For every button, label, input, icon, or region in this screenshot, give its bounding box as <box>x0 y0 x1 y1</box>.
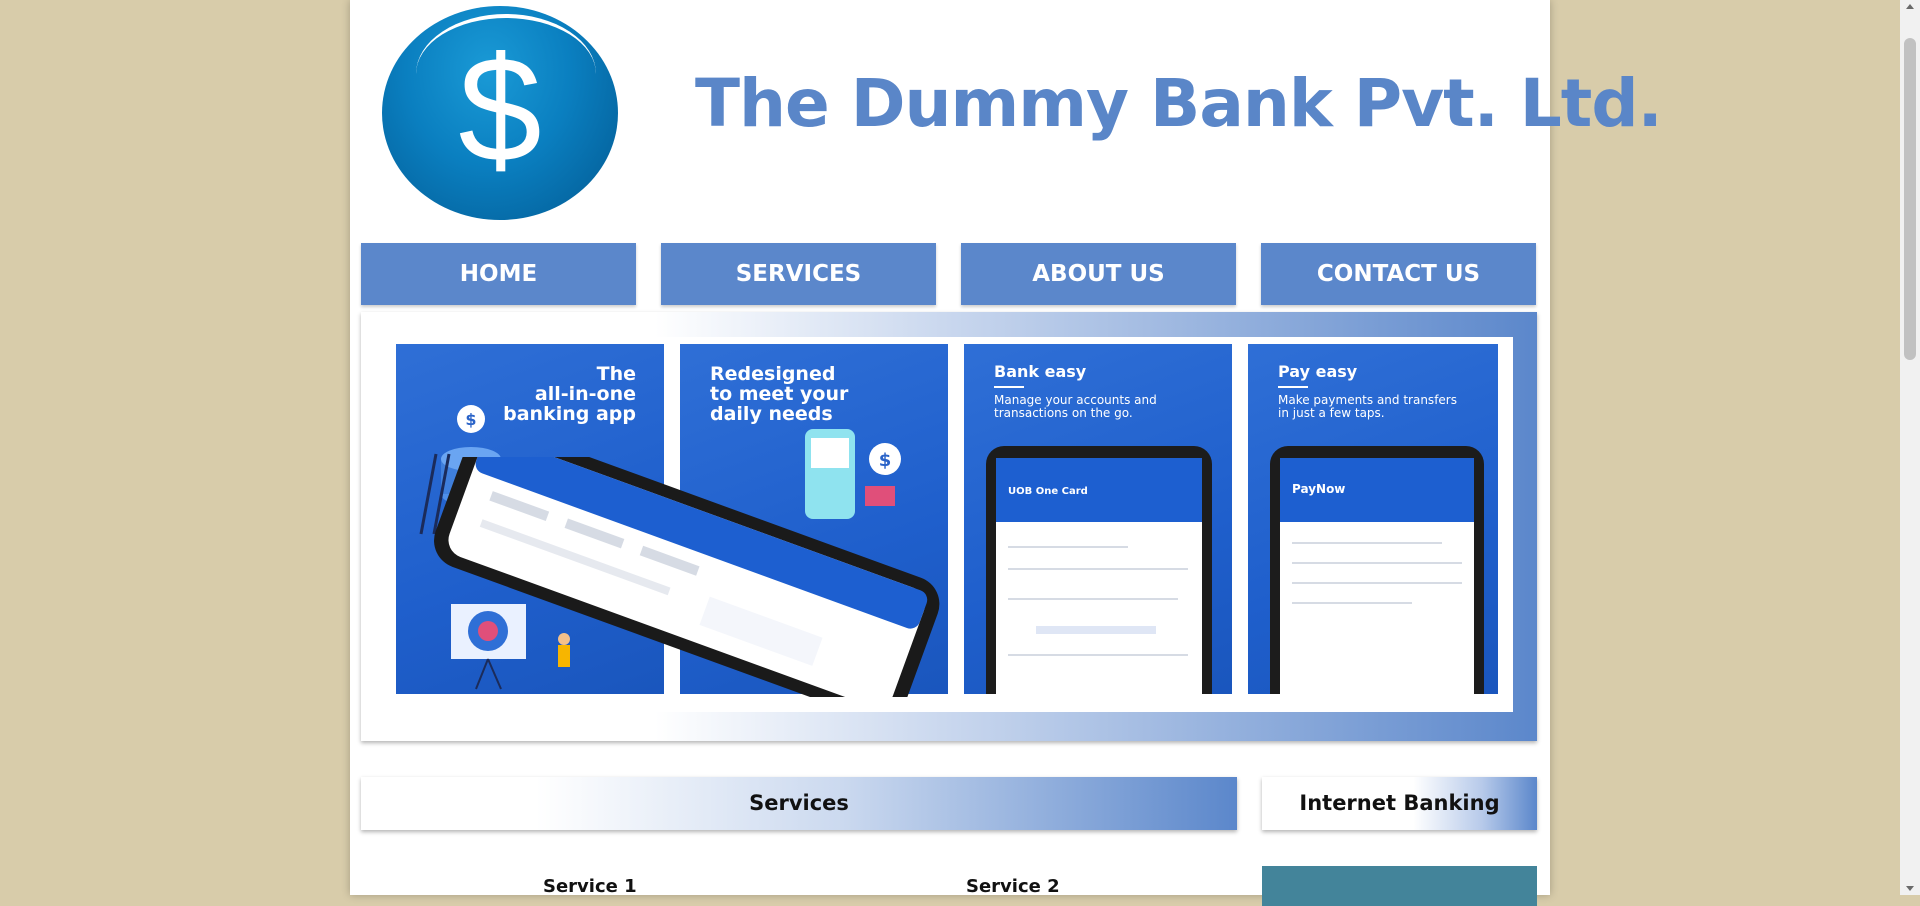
scroll-thumb[interactable] <box>1904 38 1916 360</box>
panel-3-underline <box>994 386 1024 388</box>
services-heading: Services <box>361 777 1237 830</box>
main-nav: HOME SERVICES ABOUT US CONTACT US <box>361 243 1537 305</box>
scroll-down-arrow-icon[interactable] <box>1906 886 1914 891</box>
bank-easy-phone: UOB One Card <box>986 446 1212 694</box>
site-title: The Dummy Bank Pvt. Ltd. <box>695 65 1663 142</box>
scroll-up-arrow-icon[interactable] <box>1906 4 1914 9</box>
pay-easy-phone: PayNow <box>1270 446 1484 694</box>
panel-2-line-2: to meet your <box>710 383 849 405</box>
panel-3-title: Bank easy <box>994 362 1087 381</box>
bank-logo[interactable]: $ <box>382 6 618 220</box>
dollar-icon: $ <box>458 25 542 193</box>
nav-about-button[interactable]: ABOUT US <box>961 243 1236 305</box>
panel-2-line-1: Redesigned <box>710 363 836 385</box>
panel-4-sub-2: in just a few taps. <box>1278 406 1385 420</box>
svg-text:$: $ <box>465 410 476 429</box>
hero-banner: The all-in-one banking app $ Redesigned … <box>361 312 1537 741</box>
nav-home-button[interactable]: HOME <box>361 243 636 305</box>
internet-banking-panel <box>1262 866 1537 906</box>
app-phone-mockup <box>434 457 940 697</box>
panel-1-line-1: The <box>596 363 636 385</box>
site-header: $ The Dummy Bank Pvt. Ltd. <box>350 0 1663 230</box>
nav-contact-button[interactable]: CONTACT US <box>1261 243 1536 305</box>
panel-1-line-3: banking app <box>503 403 636 425</box>
internet-banking-heading[interactable]: Internet Banking <box>1262 777 1537 830</box>
banner-panel-bank-easy: Bank easy Manage your accounts and trans… <box>964 344 1232 694</box>
panel-3-sub-2: transactions on the go. <box>994 406 1133 420</box>
panel-1-line-2: all-in-one <box>534 383 636 405</box>
page-scrollbar[interactable] <box>1900 0 1920 895</box>
phone-screen-title-card: UOB One Card <box>1008 486 1088 497</box>
panel-4-title: Pay easy <box>1278 362 1358 381</box>
panel-4-underline <box>1278 386 1308 388</box>
banner-panel-pay-easy: Pay easy Make payments and transfers in … <box>1248 344 1498 694</box>
banner-image: The all-in-one banking app $ Redesigned … <box>385 337 1513 712</box>
phone-screen-title-paynow: PayNow <box>1292 482 1346 496</box>
nav-services-button[interactable]: SERVICES <box>661 243 936 305</box>
page-container: $ The Dummy Bank Pvt. Ltd. HOME SERVICES… <box>350 0 1663 906</box>
panel-2-line-3: daily needs <box>710 403 833 425</box>
